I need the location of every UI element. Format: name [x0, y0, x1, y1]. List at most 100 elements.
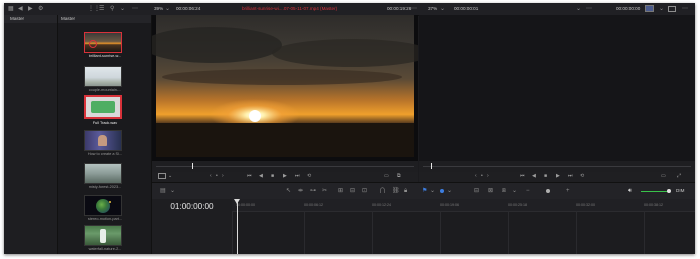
jog-dot-icon[interactable]: •: [481, 173, 483, 179]
link-icon[interactable]: ⛓: [392, 188, 400, 194]
media-thumbnail[interactable]: [84, 66, 122, 87]
dynamic-trim-icon[interactable]: ⊶: [310, 188, 316, 194]
reverse-play-icon[interactable]: ◀: [259, 173, 263, 179]
chevron-down-icon[interactable]: ⌄: [165, 6, 170, 12]
volume-slider[interactable]: [641, 191, 669, 192]
media-label[interactable]: waterfall-nature-2...: [70, 247, 140, 251]
chevron-down-icon[interactable]: ⌄: [576, 6, 581, 12]
jog-right-icon[interactable]: ›: [222, 173, 224, 179]
marker-icon[interactable]: [440, 189, 444, 193]
timeline-scrubber[interactable]: [419, 161, 695, 172]
overwrite-icon[interactable]: ⊟: [350, 188, 355, 194]
person-figure: [98, 135, 107, 146]
timeline-viewer[interactable]: [419, 15, 695, 161]
mark-icon[interactable]: ▭: [661, 173, 666, 179]
blade-icon[interactable]: ✂: [322, 188, 327, 194]
media-label[interactable]: stereo-motion-part...: [70, 217, 140, 221]
flag-icon[interactable]: ⚑: [422, 188, 427, 194]
media-thumbnail[interactable]: [84, 130, 122, 151]
media-label[interactable]: Full Track.wav: [70, 121, 140, 125]
zoom-slider-knob[interactable]: [546, 189, 550, 193]
custom-zoom-icon[interactable]: ⧈: [502, 188, 506, 194]
more-icon[interactable]: ⋯: [586, 6, 592, 12]
forward-icon[interactable]: ▶: [28, 6, 33, 12]
more-icon[interactable]: ⋯: [132, 6, 138, 12]
chevron-down-icon[interactable]: ⌄: [659, 6, 664, 12]
scrub-track: [156, 166, 414, 167]
pointer-icon[interactable]: ↖: [286, 188, 291, 194]
monitor-icon[interactable]: [645, 5, 654, 12]
chevron-down-icon[interactable]: ⌄: [430, 188, 435, 194]
position-lock-icon[interactable]: 🔒︎: [404, 188, 407, 194]
play-icon[interactable]: ▶: [556, 173, 560, 179]
play-icon[interactable]: ▶: [283, 173, 287, 179]
playhead[interactable]: [237, 199, 238, 254]
detail-zoom-icon[interactable]: ⊠: [488, 188, 493, 194]
chevron-down-icon[interactable]: ⌄: [447, 188, 452, 194]
volume-knob[interactable]: [667, 189, 671, 193]
media-label[interactable]: couple-mountain-...: [70, 88, 140, 92]
zoom-right[interactable]: 37%: [428, 6, 437, 11]
match-frame-icon[interactable]: ⧉: [397, 173, 401, 179]
fullscreen-icon[interactable]: ⤢: [677, 173, 681, 179]
jog-right-icon[interactable]: ›: [487, 173, 489, 179]
media-label[interactable]: misty-forest-2023...: [70, 185, 140, 189]
search-icon[interactable]: ⚲: [110, 6, 114, 12]
list-view-icon[interactable]: ☰: [99, 6, 104, 12]
grid-line: [372, 211, 373, 254]
source-viewer[interactable]: [152, 15, 418, 161]
replace-icon[interactable]: ⊡: [362, 188, 367, 194]
scrub-playhead[interactable]: [192, 163, 193, 169]
skip-start-icon[interactable]: ⏮: [520, 173, 525, 179]
skip-end-icon[interactable]: ⏭: [568, 173, 573, 179]
timeline-ruler[interactable]: 00:00:00:00 00:00:06:12 00:00:12:24 00:0…: [232, 199, 695, 212]
fullscreen-icon[interactable]: [668, 6, 676, 12]
zoom-left[interactable]: 39%: [154, 6, 163, 11]
trim-icon[interactable]: ⇹: [298, 188, 303, 194]
more-icon[interactable]: ⋯: [682, 6, 688, 12]
chevron-down-icon[interactable]: ⌄: [170, 188, 175, 194]
zoom-out-icon[interactable]: −: [526, 188, 530, 194]
duration-timecode: 00:00:19:26: [387, 6, 412, 11]
stop-icon[interactable]: ■: [544, 173, 547, 179]
speaker-icon[interactable]: 🔊︎: [628, 188, 632, 194]
media-thumbnail[interactable]: [84, 225, 122, 246]
media-thumbnail[interactable]: [84, 95, 122, 119]
media-thumbnail[interactable]: [84, 163, 122, 184]
media-thumbnail[interactable]: [84, 195, 122, 216]
skip-start-icon[interactable]: ⏮: [247, 173, 252, 179]
gear-icon[interactable]: ⚙: [38, 6, 43, 12]
layout-icon[interactable]: ▤: [160, 188, 166, 194]
source-scrubber[interactable]: [152, 161, 418, 172]
reverse-play-icon[interactable]: ◀: [532, 173, 536, 179]
back-icon[interactable]: ◀: [18, 6, 23, 12]
grid-icon[interactable]: ▦: [8, 6, 14, 12]
media-label[interactable]: How to create a Sl...: [70, 152, 140, 156]
stop-icon[interactable]: ■: [271, 173, 274, 179]
chevron-down-icon[interactable]: ⌄: [120, 6, 125, 12]
chevron-down-icon[interactable]: ⌄: [512, 188, 517, 194]
insert-icon[interactable]: ⊞: [338, 188, 343, 194]
loop-icon[interactable]: ⟲: [580, 173, 584, 179]
more-icon[interactable]: ⋯: [411, 6, 417, 12]
zoom-in-icon[interactable]: +: [566, 188, 570, 194]
bin-header[interactable]: Master: [4, 15, 57, 23]
full-extent-zoom-icon[interactable]: ⊟: [474, 188, 479, 194]
media-label[interactable]: brilliant-sunrise-w...: [70, 54, 140, 58]
skip-end-icon[interactable]: ⏭: [295, 173, 300, 179]
media-thumbnail[interactable]: [84, 32, 122, 53]
timeline[interactable]: 01:00:00:00 00:00:00:00 00:00:06:12 00:0…: [152, 199, 695, 254]
scrub-playhead[interactable]: [431, 163, 432, 169]
jog-dot-icon[interactable]: •: [216, 173, 218, 179]
loop-icon[interactable]: ⟲: [307, 173, 311, 179]
grid-line: [576, 211, 577, 254]
chevron-down-icon[interactable]: ⌄: [440, 6, 445, 12]
jog-left-icon[interactable]: ‹: [210, 173, 212, 179]
chevron-down-icon[interactable]: ⌄: [168, 173, 172, 179]
mark-in-icon[interactable]: ▭: [384, 173, 389, 179]
magnet-icon[interactable]: ⋂: [380, 188, 385, 194]
dim-button[interactable]: DIM: [676, 188, 684, 193]
ruler-label: 00:00:12:24: [372, 203, 391, 207]
aspect-icon[interactable]: [158, 173, 166, 179]
jog-left-icon[interactable]: ‹: [475, 173, 477, 179]
